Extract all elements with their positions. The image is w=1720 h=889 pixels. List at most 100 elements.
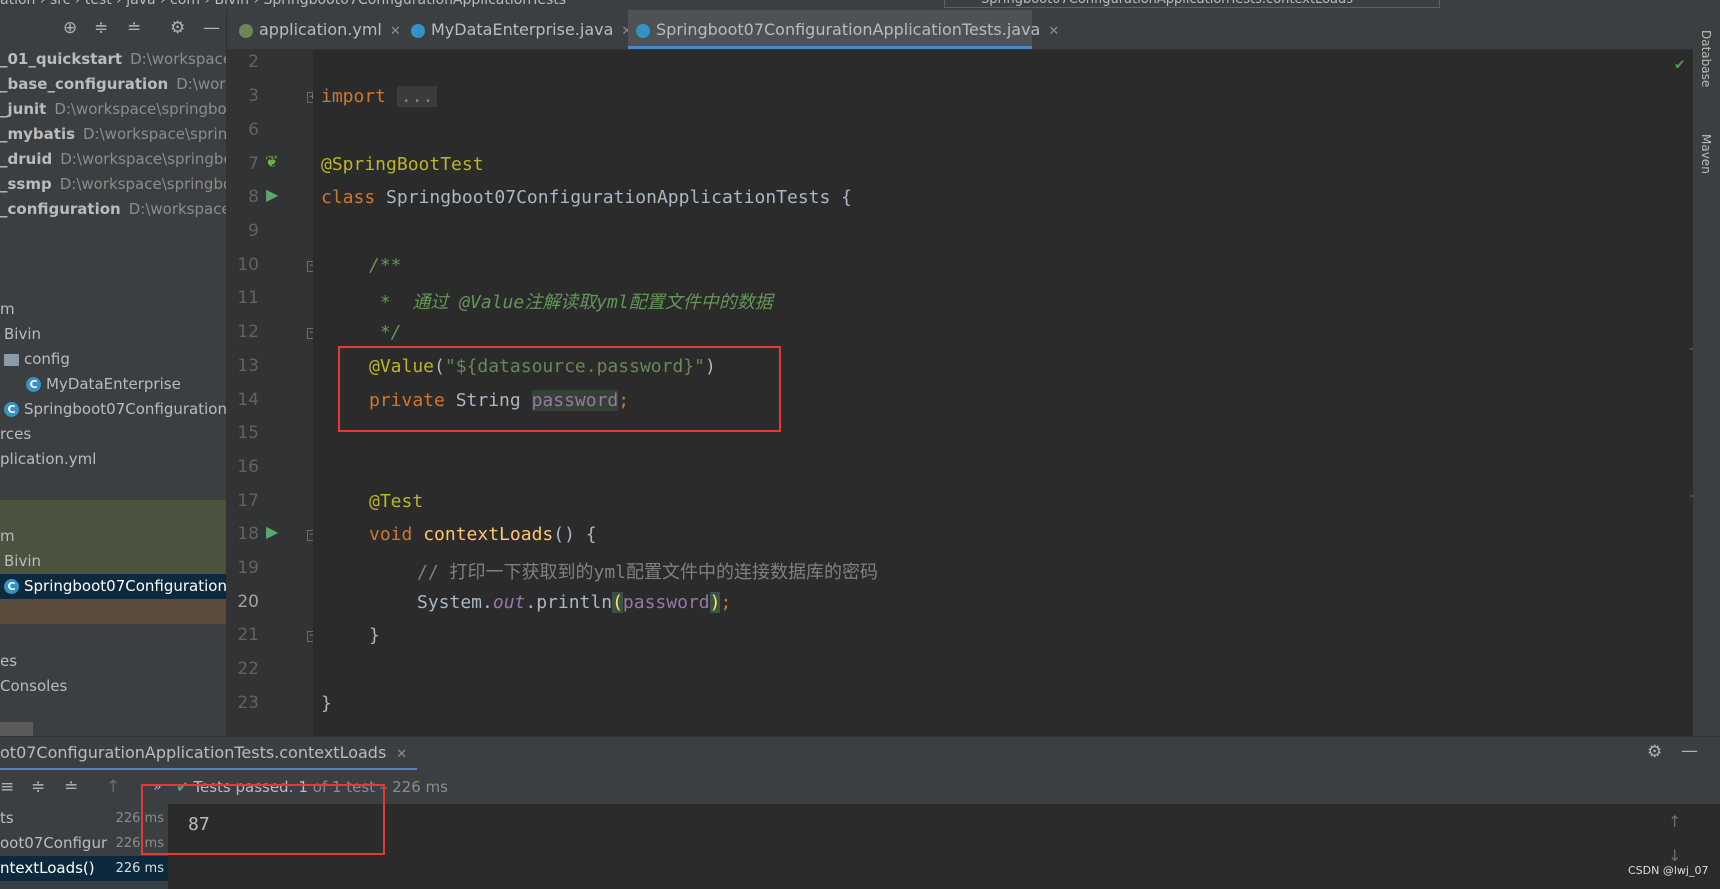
run-test-icon[interactable]: ▶ <box>266 185 278 204</box>
code-line-final: } <box>321 693 332 714</box>
code-line-annotation: @SpringBootTest <box>321 154 484 175</box>
module-item[interactable]: _druid D:\workspace\springbo <box>0 147 226 172</box>
editor-tabs: application.yml ✕ MyDataEnterprise.java ✕ … <box>227 10 1720 50</box>
module-item[interactable]: _configurationD:\workspace\s <box>0 197 226 222</box>
line-number: 23 <box>237 693 259 713</box>
tree-item[interactable]: Bivin <box>0 322 226 347</box>
line-number: 12 <box>237 322 259 342</box>
tree-item-consoles[interactable]: Consoles <box>0 674 226 699</box>
line-number: 7 <box>248 154 259 174</box>
tree-item-mydataenterprise[interactable]: C MyDataEnterprise <box>0 372 226 397</box>
test-class-icon <box>636 23 650 38</box>
breadcrumb[interactable]: ation › src › test › java › com › Bivin … <box>0 0 566 8</box>
code-line-class: class Springboot07ConfigurationApplicati… <box>321 187 853 208</box>
class-icon: C <box>26 377 41 392</box>
code-line-doc-text: * 通过 @Value注解读取yml配置文件中的数据 <box>369 292 773 313</box>
minimize-icon[interactable]: — <box>1681 741 1698 761</box>
close-icon[interactable]: ✕ <box>390 24 401 39</box>
highlight-box-value-field <box>338 346 781 432</box>
tree-item-scratches[interactable]: es <box>0 649 226 674</box>
tree-item-selected[interactable]: C Springboot07Configuration <box>0 574 226 599</box>
line-number: 19 <box>237 558 259 578</box>
line-number: 8 <box>248 187 259 207</box>
tree-item[interactable]: m <box>0 297 226 322</box>
line-number: 9 <box>248 221 259 241</box>
module-item[interactable]: _mybatisD:\workspace\springb <box>0 122 226 147</box>
line-number: 14 <box>237 390 259 410</box>
line-number: 6 <box>248 120 259 140</box>
code-line-import: import ... <box>321 86 438 107</box>
module-item[interactable]: _ssmp D:\workspace\springboo <box>0 172 226 197</box>
no-problems-icon[interactable]: ✔ <box>1675 54 1685 73</box>
code-line-println: System.out.println(password); <box>417 592 732 613</box>
spring-bean-icon[interactable]: ❦ <box>265 152 278 171</box>
watermark: CSDN @lwj_07 <box>1628 864 1709 877</box>
code-line-method: void contextLoads() { <box>369 524 597 545</box>
class-icon <box>411 23 425 38</box>
gear-icon[interactable]: ⚙ <box>1647 742 1662 762</box>
code-line-close: } <box>369 625 380 646</box>
tree-item[interactable]: rces <box>0 422 226 447</box>
line-number: 21 <box>237 625 259 645</box>
database-tool-tab[interactable]: Database <box>1699 30 1713 87</box>
maven-tool-tab[interactable]: Maven <box>1699 134 1713 174</box>
close-icon[interactable]: ✕ <box>396 747 407 762</box>
tab-application-yml[interactable]: application.yml ✕ <box>231 10 401 49</box>
expand-all-icon[interactable]: ≑ <box>31 777 45 797</box>
sort-icon[interactable]: ≡ <box>0 777 14 797</box>
test-class-icon: C <box>4 402 19 417</box>
tree-item-config[interactable]: config <box>0 347 226 372</box>
gear-icon[interactable]: ⚙ <box>170 18 185 38</box>
expand-all-icon[interactable]: ≑ <box>94 18 108 38</box>
tab-springboot07-tests[interactable]: Springboot07ConfigurationApplicationTest… <box>628 10 1059 49</box>
line-number: 2 <box>248 52 259 72</box>
previous-failed-icon[interactable]: ↑ <box>106 777 120 797</box>
line-number: 3 <box>248 86 259 106</box>
module-item[interactable]: _base_configurationD:\worksp <box>0 72 226 97</box>
folded-imports[interactable]: ... <box>396 86 438 107</box>
tree-item[interactable]: plication.yml <box>0 447 226 472</box>
project-toolbar: ⊕ ≑ ≐ ⚙ — <box>0 10 226 46</box>
editor-gutter: 2 3 6 7 8 9 10 11 12 13 14 15 16 17 18 1… <box>227 50 318 736</box>
code-line-doc-close: */ <box>369 322 402 343</box>
line-number: 18 <box>237 524 259 544</box>
console-output[interactable]: 87 ↑ ↓ CSDN @lwj_07 <box>168 804 1708 889</box>
tree-item-test-class[interactable]: C Springboot07Configuration <box>0 397 226 422</box>
locate-icon[interactable]: ⊕ <box>63 18 77 38</box>
line-number-current: 20 <box>237 592 259 612</box>
code-line-test: @Test <box>369 491 424 512</box>
navigation-bar: ation › src › test › java › com › Bivin … <box>0 0 1720 10</box>
line-number: 16 <box>237 457 259 477</box>
code-line-comment: // 打印一下获取到的yml配置文件中的连接数据库的密码 <box>417 562 879 583</box>
line-number: 11 <box>237 288 259 308</box>
code-line-doc-open: /** <box>369 255 402 276</box>
line-number: 10 <box>237 255 259 275</box>
test-result-row-selected[interactable]: ntextLoads() 226 ms <box>0 856 168 881</box>
right-tool-strip: Database Maven <box>1693 10 1720 736</box>
line-number: 17 <box>237 491 259 511</box>
yaml-icon <box>239 23 253 38</box>
collapse-all-icon[interactable]: ≐ <box>127 18 141 38</box>
collapse-all-icon[interactable]: ≐ <box>64 777 78 797</box>
line-number: 13 <box>237 356 259 376</box>
module-item[interactable]: _01_quickstartD:\workspace\sp <box>0 47 226 72</box>
minimize-icon[interactable]: — <box>203 18 220 38</box>
module-item[interactable]: _junit D:\workspace\springboo <box>0 97 226 122</box>
tab-mydataenterprise[interactable]: MyDataEnterprise.java ✕ <box>403 10 632 49</box>
tree-item[interactable]: m <box>0 524 226 549</box>
tab-run-contextloads[interactable]: ot07ConfigurationApplicationTests.contex… <box>0 737 418 771</box>
run-configuration-select[interactable]: Springboot07ConfigurationApplicationTest… <box>944 0 1440 8</box>
test-class-icon: C <box>4 579 19 594</box>
scroll-up-icon[interactable]: ↑ <box>1668 812 1681 831</box>
project-panel: ⊕ ≑ ≐ ⚙ — _01_quickstartD:\workspace\sp … <box>0 10 227 736</box>
run-panel-tabs: ot07ConfigurationApplicationTests.contex… <box>0 736 1720 771</box>
folder-icon <box>4 353 19 366</box>
close-icon[interactable]: ✕ <box>1048 24 1059 39</box>
tree-item[interactable]: Bivin <box>0 549 226 574</box>
highlight-box-output <box>141 784 385 855</box>
line-number: 22 <box>237 659 259 679</box>
horizontal-scrollbar[interactable] <box>0 722 33 736</box>
run-test-icon[interactable]: ▶ <box>266 522 278 541</box>
highlight-row <box>0 599 226 624</box>
scroll-down-icon[interactable]: ↓ <box>1668 846 1681 865</box>
